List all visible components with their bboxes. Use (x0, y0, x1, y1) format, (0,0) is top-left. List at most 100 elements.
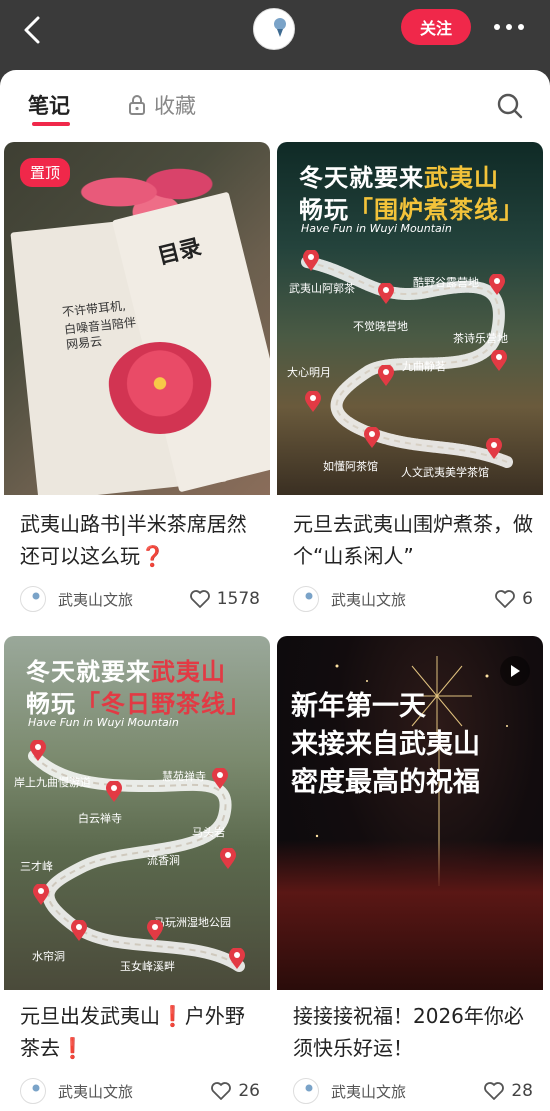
logo-icon (32, 592, 40, 600)
note-title[interactable]: 接接接祝福！2026年你必须快乐好运！ (293, 1000, 533, 1064)
camellia-flower (108, 342, 212, 434)
like-count: 26 (238, 1081, 260, 1101)
note-card[interactable]: 新年第一天 来接来自武夷山 密度最高的祝福 接接接祝福！2026年你必须快乐好运… (277, 636, 543, 1111)
tab-favorites[interactable]: 收藏 (128, 90, 196, 120)
play-icon (511, 665, 520, 677)
note-cover[interactable]: 冬天就要来武夷山 畅玩「冬日野茶线」 Have Fun in Wuyi Moun… (4, 636, 270, 990)
poi-label: 玉女峰溪畔 (120, 960, 175, 973)
logo-icon (305, 1084, 313, 1092)
cover-title-part: 冬天就要来 (26, 658, 151, 686)
back-button[interactable] (14, 12, 50, 48)
city-lights (277, 840, 543, 990)
poi-label: 慧苑禅寺 (162, 770, 206, 783)
content-sheet: 笔记 收藏 目录 不许带耳机, 白噪音当陪伴 网易云 置顶 武夷山路书|半米茶席… (0, 70, 550, 1111)
tab-bar: 笔记 收藏 (0, 70, 550, 138)
map-pin-icon (378, 365, 394, 386)
top-header: 关注 (0, 0, 550, 72)
heart-icon (189, 590, 210, 608)
cover-title-highlight: 「围炉煮茶线」 (349, 196, 524, 224)
like-count: 6 (522, 589, 533, 609)
poi-label: 大心明月 (287, 366, 331, 379)
tab-favorites-label: 收藏 (154, 94, 196, 118)
map-pin-icon (378, 283, 394, 304)
poi-label: 不觉晓营地 (353, 320, 408, 333)
more-dots-icon (494, 24, 524, 30)
poi-label: 九曲静茗 (402, 360, 446, 373)
cover-text-line: 新年第一天 (291, 691, 426, 722)
cover-title-part: 畅玩 (299, 196, 349, 224)
tab-notes[interactable]: 笔记 (28, 90, 70, 120)
map-pin-icon (489, 274, 505, 295)
author-avatar[interactable] (293, 586, 319, 612)
poi-label: 如懂阿茶馆 (323, 460, 378, 473)
author-name[interactable]: 武夷山文旅 (58, 1081, 210, 1102)
map-pin-icon (491, 350, 507, 371)
map-pin-icon (364, 427, 380, 448)
map-pin-icon (30, 740, 46, 761)
cover-title-line2: 畅玩「冬日野茶线」 (26, 684, 251, 719)
cover-text-line: 来接来自武夷山 (291, 729, 480, 760)
poi-label: 茶诗乐营地 (453, 332, 508, 345)
map-pin-icon (147, 920, 163, 941)
cover-title-line1: 冬天就要来武夷山 (299, 158, 499, 193)
map-pin-icon (220, 848, 236, 869)
poi-label: 水帘洞 (32, 950, 65, 963)
cover-title-part: 畅玩 (26, 690, 76, 718)
cover-greeting: 新年第一天 来接来自武夷山 密度最高的祝福 (291, 688, 531, 802)
note-meta: 武夷山文旅 26 (20, 1076, 260, 1106)
poi-label: 岸上九曲慢游道 (14, 776, 91, 789)
heart-icon (484, 1082, 505, 1100)
author-avatar[interactable] (20, 586, 46, 612)
poi-label: 流香涧 (147, 854, 180, 867)
cover-subtitle: Have Fun in Wuyi Mountain (301, 222, 452, 235)
logo-icon (32, 1084, 40, 1092)
map-pin-icon (229, 948, 245, 969)
map-pin-icon (106, 781, 122, 802)
like-button[interactable]: 26 (210, 1081, 260, 1101)
cover-title-highlight: 武夷山 (424, 164, 499, 192)
follow-button[interactable]: 关注 (401, 9, 471, 45)
map-pin-icon (71, 920, 87, 941)
cover-title-highlight: 「冬日野茶线」 (76, 690, 251, 718)
like-count: 1578 (216, 589, 260, 609)
heart-icon (211, 1082, 232, 1100)
logo-icon (274, 18, 286, 37)
note-card[interactable]: 目录 不许带耳机, 白噪音当陪伴 网易云 置顶 武夷山路书|半米茶席居然还可以这… (4, 142, 270, 620)
note-card[interactable]: 冬天就要来武夷山 畅玩「冬日野茶线」 Have Fun in Wuyi Moun… (4, 636, 270, 1111)
note-title[interactable]: 元旦出发武夷山❗户外野茶去❗ (20, 1000, 260, 1064)
author-name[interactable]: 武夷山文旅 (58, 589, 189, 610)
author-name[interactable]: 武夷山文旅 (331, 1081, 483, 1102)
note-title[interactable]: 元旦去武夷山围炉煮茶，做个“山系闲人” (293, 508, 533, 572)
map-pin-icon (305, 391, 321, 412)
lock-icon (129, 95, 145, 115)
like-button[interactable]: 28 (483, 1081, 533, 1101)
author-avatar[interactable] (293, 1078, 319, 1104)
tab-active-indicator (32, 122, 70, 126)
map-pin-icon (212, 768, 228, 789)
like-button[interactable]: 1578 (189, 589, 260, 609)
note-cover[interactable]: 目录 不许带耳机, 白噪音当陪伴 网易云 置顶 (4, 142, 270, 495)
more-button[interactable] (486, 12, 532, 42)
like-button[interactable]: 6 (494, 589, 533, 609)
poi-label: 人文武夷美学茶馆 (401, 466, 489, 479)
like-count: 28 (511, 1081, 533, 1101)
note-meta: 武夷山文旅 6 (293, 584, 533, 614)
poi-label: 马头岩 (192, 826, 225, 839)
profile-avatar[interactable] (253, 8, 295, 50)
note-meta: 武夷山文旅 1578 (20, 584, 260, 614)
map-pin-icon (303, 250, 319, 271)
author-avatar[interactable] (20, 1078, 46, 1104)
note-meta: 武夷山文旅 28 (293, 1076, 533, 1106)
search-button[interactable] (496, 92, 524, 120)
author-name[interactable]: 武夷山文旅 (331, 589, 494, 610)
video-play-button[interactable] (500, 656, 530, 686)
search-icon (497, 93, 523, 119)
back-arrow-icon (24, 16, 40, 44)
note-title[interactable]: 武夷山路书|半米茶席居然还可以这么玩❓ (20, 508, 260, 572)
note-cover[interactable]: 新年第一天 来接来自武夷山 密度最高的祝福 (277, 636, 543, 990)
pinned-badge: 置顶 (20, 158, 71, 187)
map-pin-icon (33, 884, 49, 905)
note-card[interactable]: 冬天就要来武夷山 畅玩「围炉煮茶线」 Have Fun in Wuyi Moun… (277, 142, 543, 620)
poi-label: 三才峰 (20, 860, 53, 873)
note-cover[interactable]: 冬天就要来武夷山 畅玩「围炉煮茶线」 Have Fun in Wuyi Moun… (277, 142, 543, 495)
